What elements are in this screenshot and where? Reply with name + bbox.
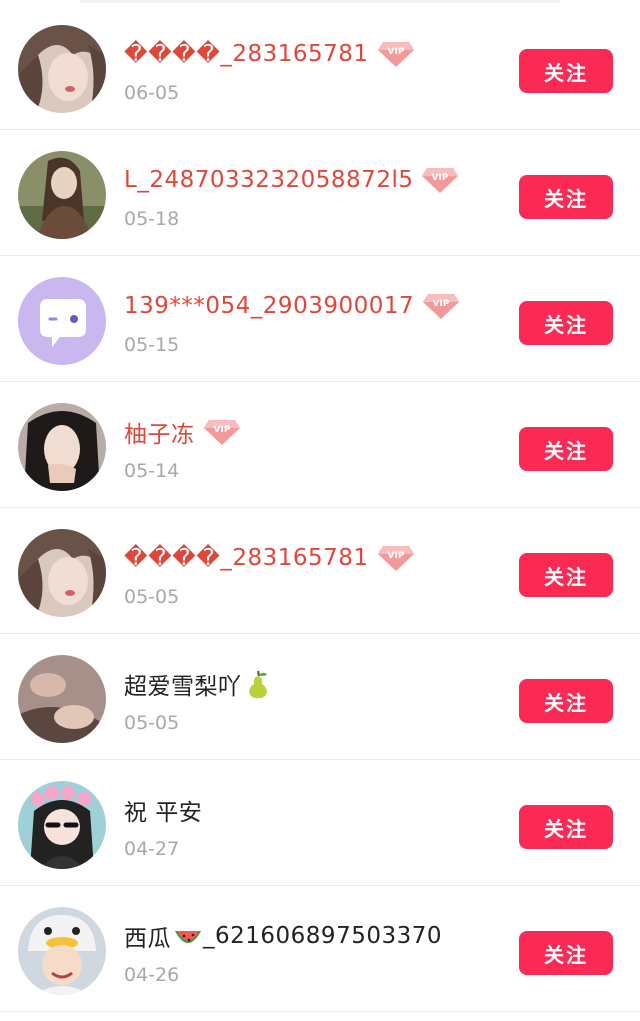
- username[interactable]: ����_283165781: [124, 545, 369, 571]
- avatar[interactable]: [18, 529, 106, 617]
- watermelon-icon: [173, 921, 201, 951]
- vip-badge-icon: VIP: [421, 166, 459, 194]
- username-line: 柚子冻 VIP: [124, 412, 241, 452]
- username[interactable]: L_2487033232058872l5: [124, 167, 413, 193]
- username-line: 祝 平安: [124, 790, 202, 830]
- list-item[interactable]: 祝 平安 04-27 关注: [0, 760, 640, 886]
- follow-button[interactable]: 关注: [519, 301, 613, 345]
- follow-button[interactable]: 关注: [519, 931, 613, 975]
- follow-button[interactable]: 关注: [519, 427, 613, 471]
- follow-button[interactable]: 关注: [519, 553, 613, 597]
- pear-icon: [244, 669, 272, 699]
- avatar[interactable]: [18, 151, 106, 239]
- username-prefix[interactable]: 西瓜: [124, 919, 171, 953]
- list-item[interactable]: L_2487033232058872l5 VIP 05-18 关注: [0, 130, 640, 256]
- list-item[interactable]: ����_283165781 VIP 06-05 关注: [0, 4, 640, 130]
- divider: [80, 0, 560, 3]
- list-item[interactable]: 超爱雪梨吖 05-05 关注: [0, 634, 640, 760]
- follow-date: 05-14: [124, 460, 180, 482]
- username-line: ����_283165781 VIP: [124, 34, 415, 74]
- follow-date: 05-15: [124, 334, 180, 356]
- couple-avatar-icon: [18, 655, 106, 743]
- girl-hand-avatar-icon: [18, 403, 106, 491]
- svg-text:VIP: VIP: [213, 425, 230, 435]
- girl-outdoor-avatar-icon: [18, 151, 106, 239]
- follow-button[interactable]: 关注: [519, 175, 613, 219]
- username[interactable]: 柚子冻: [124, 415, 195, 449]
- follow-button[interactable]: 关注: [519, 49, 613, 93]
- svg-text:VIP: VIP: [433, 299, 450, 309]
- follow-button[interactable]: 关注: [519, 805, 613, 849]
- username[interactable]: 祝 平安: [124, 793, 202, 827]
- svg-text:VIP: VIP: [387, 47, 404, 57]
- svg-text:VIP: VIP: [387, 551, 404, 561]
- username-line: 超爱雪梨吖: [124, 664, 274, 704]
- follow-button[interactable]: 关注: [519, 679, 613, 723]
- follow-date: 04-26: [124, 964, 180, 986]
- username-line: 西瓜 _621606897503370: [124, 916, 442, 956]
- girl-hair-avatar-icon: [18, 529, 106, 617]
- vip-badge-icon: VIP: [422, 292, 460, 320]
- username-line: L_2487033232058872l5 VIP: [124, 160, 459, 200]
- vip-badge-icon: VIP: [377, 40, 415, 68]
- username-suffix[interactable]: _621606897503370: [203, 923, 442, 949]
- username[interactable]: 超爱雪梨吖: [124, 667, 242, 701]
- username-line: 139***054_2903900017 VIP: [124, 286, 460, 326]
- chat-bubble-avatar-icon: [18, 277, 106, 365]
- avatar[interactable]: [18, 655, 106, 743]
- follow-date: 04-27: [124, 838, 180, 860]
- girl-hair-avatar-icon: [18, 25, 106, 113]
- follow-date: 06-05: [124, 82, 180, 104]
- list-item[interactable]: ����_283165781 VIP 05-05 关注: [0, 508, 640, 634]
- svg-text:VIP: VIP: [432, 173, 449, 183]
- username-line: ����_283165781 VIP: [124, 538, 415, 578]
- username[interactable]: 139***054_2903900017: [124, 293, 414, 319]
- list-item[interactable]: 柚子冻 VIP 05-14 关注: [0, 382, 640, 508]
- cartoon-girl-avatar-icon: [18, 781, 106, 869]
- follow-date: 05-05: [124, 586, 180, 608]
- avatar[interactable]: [18, 907, 106, 995]
- avatar[interactable]: [18, 25, 106, 113]
- username[interactable]: ����_283165781: [124, 41, 369, 67]
- follow-list: ����_283165781 VIP 06-05 关注 L_2487033232…: [0, 0, 640, 1021]
- list-item[interactable]: 西瓜 _621606897503370 04-26 关注: [0, 886, 640, 1012]
- kid-duck-hat-avatar-icon: [18, 907, 106, 995]
- follow-date: 05-18: [124, 208, 180, 230]
- vip-badge-icon: VIP: [377, 544, 415, 572]
- vip-badge-icon: VIP: [203, 418, 241, 446]
- avatar[interactable]: [18, 403, 106, 491]
- follow-date: 05-05: [124, 712, 180, 734]
- avatar[interactable]: [18, 781, 106, 869]
- avatar[interactable]: [18, 277, 106, 365]
- list-item[interactable]: 139***054_2903900017 VIP 05-15 关注: [0, 256, 640, 382]
